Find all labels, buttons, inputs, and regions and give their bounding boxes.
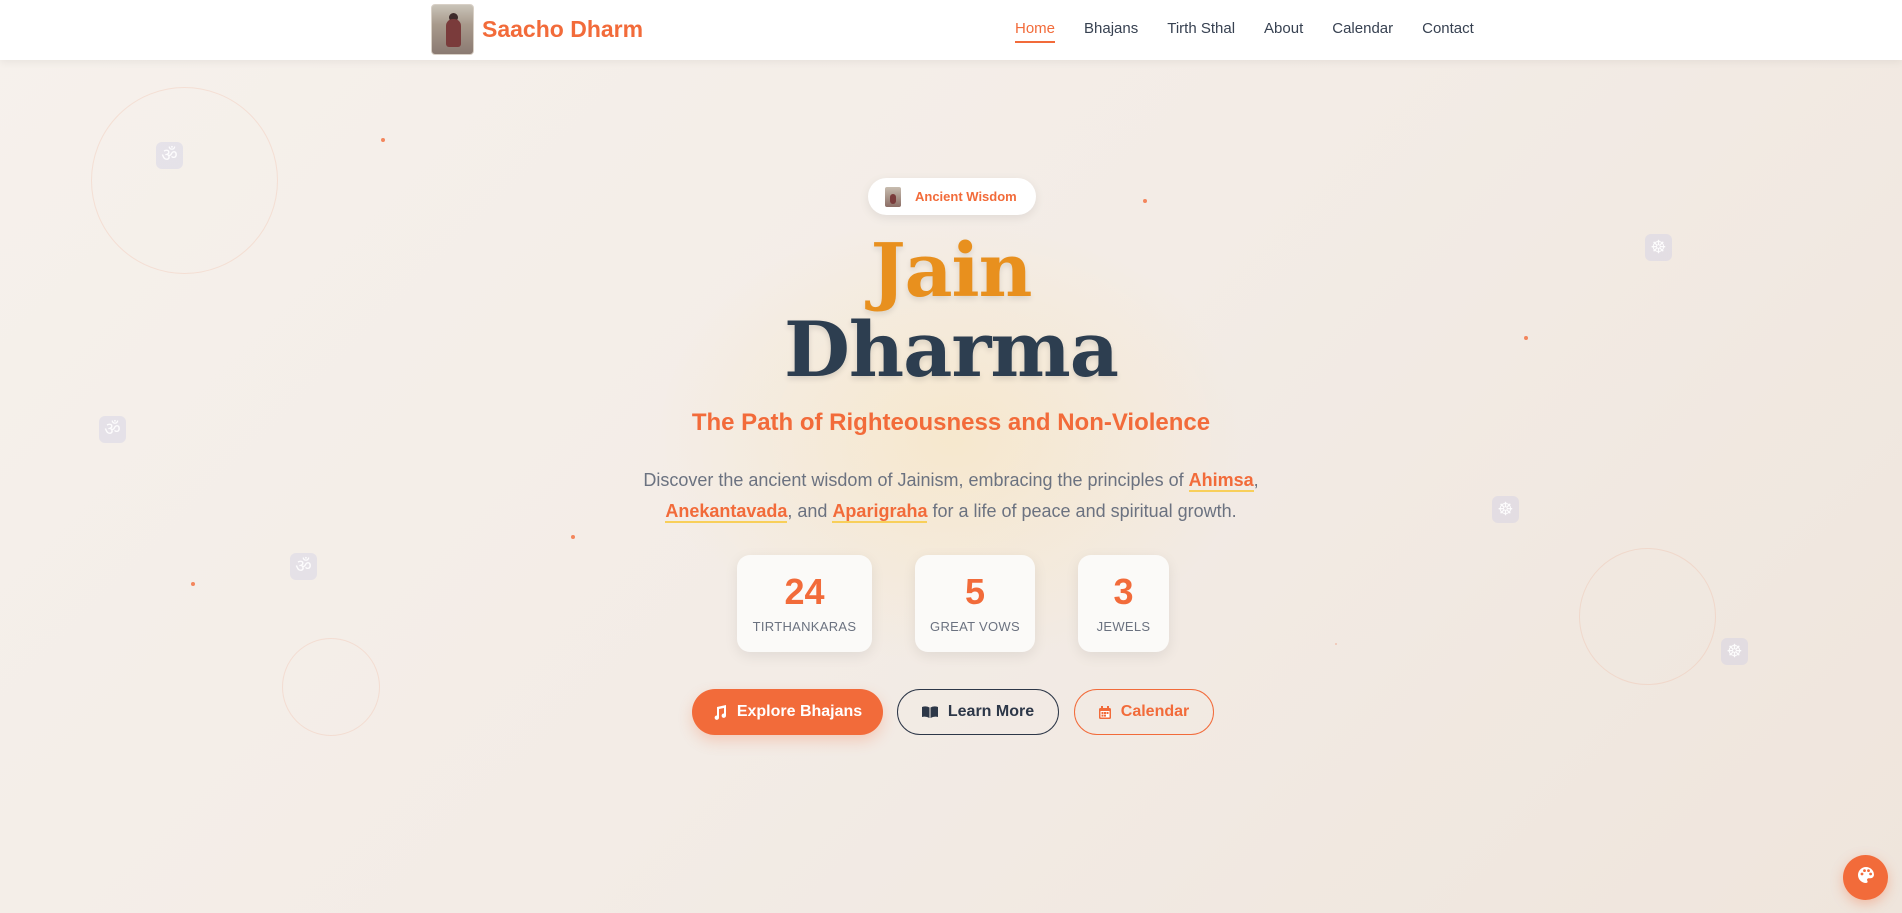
nav-links: Home Bhajans Tirth Sthal About Calendar … — [1015, 20, 1503, 43]
brand[interactable]: Saacho Dharm — [431, 4, 643, 55]
decorative-dot — [571, 535, 575, 539]
hero-subtitle: The Path of Righteousness and Non-Violen… — [691, 409, 1211, 436]
brand-logo — [431, 4, 474, 55]
stat-label: GREAT VOWS — [930, 619, 1020, 634]
explore-bhajans-label: Explore Bhajans — [736, 703, 863, 720]
stat-card-jewels: 3 JEWELS — [1078, 555, 1169, 652]
theme-palette-button[interactable] — [1843, 855, 1888, 900]
palette-icon — [1857, 866, 1875, 889]
navbar: Saacho Dharm Home Bhajans Tirth Sthal Ab… — [0, 0, 1902, 60]
term-aparigraha[interactable]: Aparigraha — [832, 501, 928, 523]
calendar-icon — [1098, 705, 1111, 719]
explore-bhajans-button[interactable]: Explore Bhajans — [692, 689, 883, 735]
term-ahimsa[interactable]: Ahimsa — [1188, 470, 1254, 492]
stats-row: 24 TIRTHANKARAS 5 GREAT VOWS 3 JEWELS — [0, 555, 1902, 652]
hero-description: Discover the ancient wisdom of Jainism, … — [640, 465, 1262, 527]
badge-image — [885, 186, 901, 207]
nav-link-calendar[interactable]: Calendar — [1332, 20, 1393, 43]
desc-text: , and — [787, 501, 833, 521]
calendar-label: Calendar — [1120, 703, 1190, 720]
term-anekantavada[interactable]: Anekantavada — [665, 501, 788, 523]
learn-more-button[interactable]: Learn More — [897, 689, 1059, 735]
nav-link-tirth-sthal[interactable]: Tirth Sthal — [1167, 20, 1235, 43]
nav-link-contact[interactable]: Contact — [1422, 20, 1474, 43]
calendar-button[interactable]: Calendar — [1074, 689, 1214, 735]
desc-text: for a life of peace and spiritual growth… — [927, 501, 1237, 521]
stat-number: 24 — [784, 571, 825, 612]
nav-link-home[interactable]: Home — [1015, 20, 1056, 43]
stat-number: 3 — [1113, 571, 1134, 612]
decorative-dot — [381, 138, 385, 142]
dharma-wheel-icon: ☸ — [1492, 496, 1519, 523]
om-symbol-icon: ॐ — [156, 142, 183, 169]
hero-background — [0, 0, 1902, 913]
stat-card-great-vows: 5 GREAT VOWS — [915, 555, 1035, 652]
hero-title-line2: Dharma — [783, 305, 1119, 394]
learn-more-label: Learn More — [947, 703, 1035, 720]
badge-label: Ancient Wisdom — [915, 189, 1017, 204]
desc-text: , — [1253, 470, 1259, 490]
ancient-wisdom-badge: Ancient Wisdom — [868, 178, 1036, 215]
hero-title-line1: Jain — [870, 228, 1033, 314]
decorative-dot — [1143, 199, 1147, 203]
desc-text: Discover the ancient wisdom of Jainism, … — [643, 470, 1189, 490]
music-note-icon — [713, 704, 727, 720]
stat-label: TIRTHANKARAS — [752, 619, 857, 634]
stat-label: JEWELS — [1096, 619, 1151, 634]
nav-link-about[interactable]: About — [1264, 20, 1303, 43]
nav-link-bhajans[interactable]: Bhajans — [1084, 20, 1138, 43]
book-icon — [921, 706, 938, 718]
brand-name: Saacho Dharm — [482, 16, 644, 42]
stat-number: 5 — [964, 571, 986, 612]
decorative-ring — [282, 638, 380, 736]
stat-card-tirthankaras: 24 TIRTHANKARAS — [737, 555, 872, 652]
